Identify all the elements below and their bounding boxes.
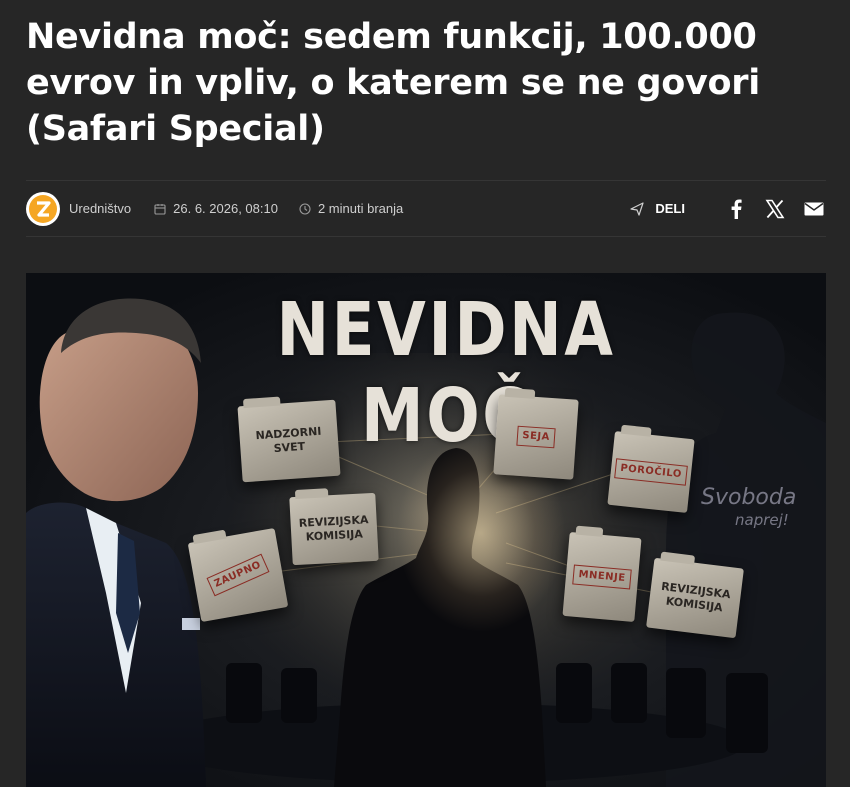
folder-label: ZAUPNO (206, 553, 270, 597)
send-icon (630, 201, 644, 216)
folder-label: REVIZIJSKA KOMISIJA (660, 579, 732, 615)
author-name[interactable]: Uredništvo (69, 201, 131, 216)
share-bar: DELI (630, 197, 826, 221)
folder-label: POROČILO (614, 458, 688, 486)
poster-line-1: Svoboda (701, 485, 797, 510)
folder-nadzorni-svet: NADZORNI SVET (237, 399, 341, 483)
folder-revizijska-komisija-2: REVIZIJSKA KOMISIJA (646, 557, 744, 639)
folder-label: SEJA (516, 425, 556, 449)
article-title: Nevidna moč: sedem funkcij, 100.000 evro… (26, 17, 760, 149)
poster-line-2: naprej! (735, 511, 789, 529)
folder-mnenje: MNENJE (562, 532, 642, 622)
date-text: 26. 6. 2026, 08:10 (173, 201, 278, 216)
clock-icon (298, 202, 312, 216)
folder-zaupno: ZAUPNO (187, 527, 289, 623)
article-meta-bar: Uredništvo 26. 6. 2026, 08:10 2 minuti b… (26, 180, 826, 237)
publish-date: 26. 6. 2026, 08:10 (153, 201, 278, 216)
folder-label: MNENJE (572, 564, 632, 590)
reading-time: 2 minuti branja (298, 201, 403, 216)
x-icon[interactable] (763, 197, 787, 221)
folder-seja: SEJA (493, 394, 579, 480)
calendar-icon (153, 202, 167, 216)
facebook-icon[interactable] (724, 197, 748, 221)
folder-label: REVIZIJSKA KOMISIJA (298, 513, 369, 544)
poster-text: Svoboda naprej! (701, 487, 796, 531)
publisher-logo[interactable] (26, 191, 60, 226)
folder-revizijska-komisija: REVIZIJSKA KOMISIJA (289, 492, 379, 566)
hero-image: NEVIDNA MOČ NADZORNI SVET SEJA POROČILO … (26, 273, 826, 787)
share-label[interactable]: DELI (655, 201, 685, 216)
reading-time-text: 2 minuti branja (317, 201, 404, 216)
folder-porocilo: POROČILO (607, 431, 695, 513)
mail-icon[interactable] (802, 197, 826, 221)
folder-label: NADZORNI SVET (255, 424, 322, 456)
